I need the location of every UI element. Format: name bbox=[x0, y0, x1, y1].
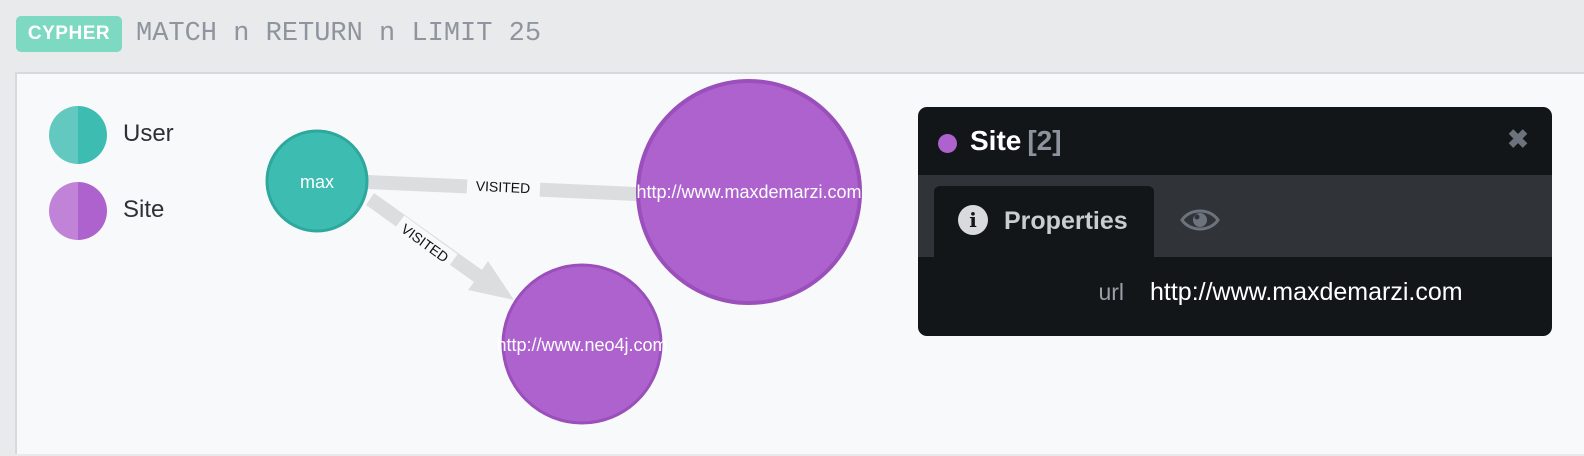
inspector-panel: Site [2] ✖ i Properties url http://www.ma… bbox=[918, 107, 1552, 336]
inspector-label: Site bbox=[970, 125, 1022, 156]
query-bar: CYPHER MATCH n RETURN n LIMIT 25 bbox=[0, 0, 1584, 72]
node-label: max bbox=[300, 172, 334, 192]
close-icon[interactable]: ✖ bbox=[1506, 126, 1530, 152]
eye-icon[interactable] bbox=[1180, 205, 1220, 235]
label-color-dot bbox=[938, 134, 957, 153]
inspector-count: [2] bbox=[1027, 125, 1062, 156]
relationship-visited-neo4j[interactable]: VISITED bbox=[366, 193, 514, 300]
node-site-neo4j[interactable]: http://www.neo4j.com bbox=[496, 263, 668, 425]
tab-properties[interactable]: i Properties bbox=[934, 186, 1154, 257]
property-value: http://www.maxdemarzi.com bbox=[1150, 278, 1463, 306]
property-row: url http://www.maxdemarzi.com bbox=[918, 257, 1552, 327]
inspector-title: Site [2] bbox=[970, 125, 1062, 157]
relationship-visited-maxdemarzi[interactable]: VISITED bbox=[368, 174, 637, 201]
inspector-tabs: i Properties bbox=[918, 175, 1552, 257]
tab-properties-label: Properties bbox=[1004, 207, 1128, 235]
node-site-maxdemarzi[interactable]: http://www.maxdemarzi.com bbox=[636, 79, 862, 305]
inspector-header: Site [2] ✖ bbox=[918, 107, 1552, 175]
cypher-badge: CYPHER bbox=[16, 16, 122, 52]
node-label: http://www.maxdemarzi.com bbox=[636, 182, 861, 202]
info-icon: i bbox=[958, 205, 988, 235]
relationship-label: VISITED bbox=[475, 178, 530, 196]
node-user-max[interactable]: max bbox=[265, 129, 369, 233]
property-key: url bbox=[1098, 279, 1124, 305]
query-text[interactable]: MATCH n RETURN n LIMIT 25 bbox=[136, 14, 541, 54]
node-label: http://www.neo4j.com bbox=[496, 335, 667, 355]
